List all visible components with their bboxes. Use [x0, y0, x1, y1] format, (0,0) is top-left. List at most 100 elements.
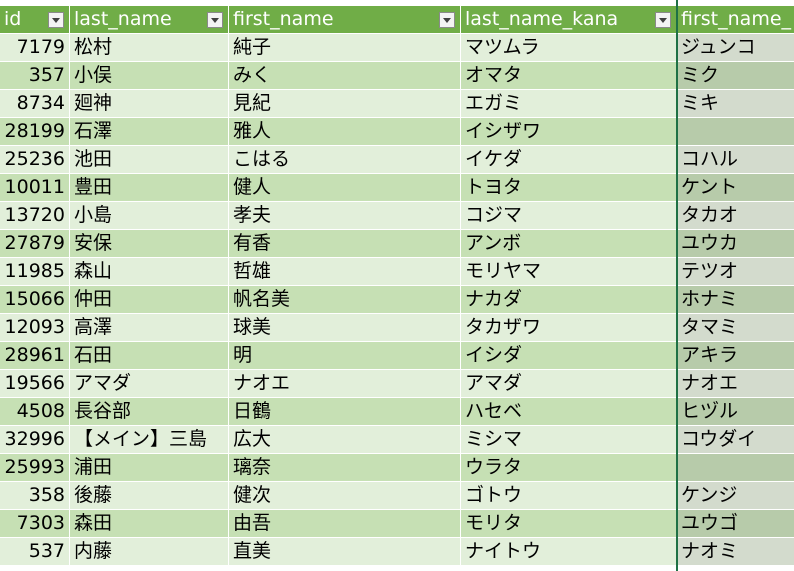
- cell-id[interactable]: 12093: [0, 314, 70, 342]
- cell-last-name[interactable]: 【メイン】三島: [70, 426, 229, 454]
- cell-last-name-kana[interactable]: ミシマ: [461, 426, 677, 454]
- cell-last-name-kana[interactable]: マツムラ: [461, 34, 677, 62]
- cell-last-name[interactable]: 内藤: [70, 538, 229, 566]
- cell-first-name[interactable]: 日鶴: [229, 398, 461, 426]
- cell-id[interactable]: 7179: [0, 34, 70, 62]
- spreadsheet-grid[interactable]: id last_name first_name last_name_kana f…: [0, 0, 794, 571]
- cell-last-name-kana[interactable]: イシザワ: [461, 118, 677, 146]
- cell-first-name-kana[interactable]: [677, 454, 794, 482]
- cell-last-name-kana[interactable]: ハセベ: [461, 398, 677, 426]
- cell-first-name[interactable]: ナオエ: [229, 370, 461, 398]
- cell-first-name-kana[interactable]: ケント: [677, 174, 794, 202]
- cell-id[interactable]: 11985: [0, 258, 70, 286]
- cell-first-name-kana[interactable]: ユウカ: [677, 230, 794, 258]
- cell-last-name[interactable]: 森田: [70, 510, 229, 538]
- cell-id[interactable]: 27879: [0, 230, 70, 258]
- cell-first-name[interactable]: 明: [229, 342, 461, 370]
- cell-first-name-kana[interactable]: タマミ: [677, 314, 794, 342]
- cell-last-name-kana[interactable]: コジマ: [461, 202, 677, 230]
- cell-first-name[interactable]: 孝夫: [229, 202, 461, 230]
- cell-id[interactable]: 8734: [0, 90, 70, 118]
- cell-last-name[interactable]: 松村: [70, 34, 229, 62]
- header-first-name-kana[interactable]: first_name_: [677, 6, 794, 34]
- cell-first-name-kana[interactable]: アキラ: [677, 342, 794, 370]
- cell-first-name-kana[interactable]: ジュンコ: [677, 34, 794, 62]
- cell-first-name-kana[interactable]: ミキ: [677, 90, 794, 118]
- cell-first-name-kana[interactable]: ホナミ: [677, 286, 794, 314]
- cell-last-name-kana[interactable]: アンボ: [461, 230, 677, 258]
- cell-first-name-kana[interactable]: コウダイ: [677, 426, 794, 454]
- cell-last-name-kana[interactable]: ナイトウ: [461, 538, 677, 566]
- cell-first-name[interactable]: 広大: [229, 426, 461, 454]
- filter-dropdown-icon[interactable]: [48, 12, 64, 28]
- cell-first-name-kana[interactable]: ケンジ: [677, 482, 794, 510]
- cell-first-name[interactable]: 由吾: [229, 510, 461, 538]
- header-id[interactable]: id: [0, 6, 70, 34]
- cell-last-name[interactable]: アマダ: [70, 370, 229, 398]
- cell-last-name[interactable]: 森山: [70, 258, 229, 286]
- cell-last-name-kana[interactable]: オマタ: [461, 62, 677, 90]
- cell-first-name-kana[interactable]: ミク: [677, 62, 794, 90]
- cell-id[interactable]: 28199: [0, 118, 70, 146]
- cell-first-name-kana[interactable]: ユウゴ: [677, 510, 794, 538]
- cell-id[interactable]: 10011: [0, 174, 70, 202]
- cell-last-name-kana[interactable]: ウラタ: [461, 454, 677, 482]
- cell-first-name-kana[interactable]: テツオ: [677, 258, 794, 286]
- cell-last-name-kana[interactable]: トヨタ: [461, 174, 677, 202]
- cell-last-name-kana[interactable]: エガミ: [461, 90, 677, 118]
- cell-first-name-kana[interactable]: コハル: [677, 146, 794, 174]
- cell-last-name[interactable]: 安保: [70, 230, 229, 258]
- filter-dropdown-icon[interactable]: [655, 12, 671, 28]
- cell-first-name[interactable]: こはる: [229, 146, 461, 174]
- cell-last-name[interactable]: 廻神: [70, 90, 229, 118]
- cell-first-name[interactable]: 健人: [229, 174, 461, 202]
- cell-last-name[interactable]: 高澤: [70, 314, 229, 342]
- cell-last-name-kana[interactable]: イケダ: [461, 146, 677, 174]
- cell-first-name[interactable]: 球美: [229, 314, 461, 342]
- cell-last-name-kana[interactable]: モリタ: [461, 510, 677, 538]
- cell-first-name[interactable]: 見紀: [229, 90, 461, 118]
- cell-last-name[interactable]: 後藤: [70, 482, 229, 510]
- cell-last-name[interactable]: 石田: [70, 342, 229, 370]
- cell-id[interactable]: 7303: [0, 510, 70, 538]
- cell-last-name[interactable]: 浦田: [70, 454, 229, 482]
- cell-last-name[interactable]: 石澤: [70, 118, 229, 146]
- cell-first-name-kana[interactable]: ナオミ: [677, 538, 794, 566]
- cell-first-name-kana[interactable]: タカオ: [677, 202, 794, 230]
- cell-id[interactable]: 25993: [0, 454, 70, 482]
- header-last-name-kana[interactable]: last_name_kana: [461, 6, 677, 34]
- cell-last-name-kana[interactable]: イシダ: [461, 342, 677, 370]
- cell-id[interactable]: 13720: [0, 202, 70, 230]
- cell-id[interactable]: 19566: [0, 370, 70, 398]
- cell-last-name[interactable]: 小島: [70, 202, 229, 230]
- cell-first-name-kana[interactable]: ヒヅル: [677, 398, 794, 426]
- cell-first-name-kana[interactable]: ナオエ: [677, 370, 794, 398]
- cell-last-name[interactable]: 池田: [70, 146, 229, 174]
- cell-id[interactable]: 32996: [0, 426, 70, 454]
- filter-dropdown-icon[interactable]: [439, 12, 455, 28]
- cell-last-name-kana[interactable]: ゴトウ: [461, 482, 677, 510]
- cell-id[interactable]: 15066: [0, 286, 70, 314]
- header-first-name[interactable]: first_name: [229, 6, 461, 34]
- cell-first-name[interactable]: 直美: [229, 538, 461, 566]
- cell-first-name[interactable]: 哲雄: [229, 258, 461, 286]
- cell-last-name-kana[interactable]: アマダ: [461, 370, 677, 398]
- cell-id[interactable]: 358: [0, 482, 70, 510]
- filter-dropdown-icon[interactable]: [207, 12, 223, 28]
- cell-first-name-kana[interactable]: [677, 118, 794, 146]
- cell-last-name[interactable]: 長谷部: [70, 398, 229, 426]
- cell-first-name[interactable]: 璃奈: [229, 454, 461, 482]
- cell-first-name[interactable]: みく: [229, 62, 461, 90]
- cell-id[interactable]: 25236: [0, 146, 70, 174]
- cell-last-name-kana[interactable]: モリヤマ: [461, 258, 677, 286]
- cell-id[interactable]: 28961: [0, 342, 70, 370]
- cell-last-name[interactable]: 豊田: [70, 174, 229, 202]
- cell-first-name[interactable]: 純子: [229, 34, 461, 62]
- cell-last-name[interactable]: 仲田: [70, 286, 229, 314]
- cell-id[interactable]: 357: [0, 62, 70, 90]
- header-last-name[interactable]: last_name: [70, 6, 229, 34]
- cell-last-name[interactable]: 小俣: [70, 62, 229, 90]
- cell-id[interactable]: 537: [0, 538, 70, 566]
- cell-first-name[interactable]: 帆名美: [229, 286, 461, 314]
- cell-id[interactable]: 4508: [0, 398, 70, 426]
